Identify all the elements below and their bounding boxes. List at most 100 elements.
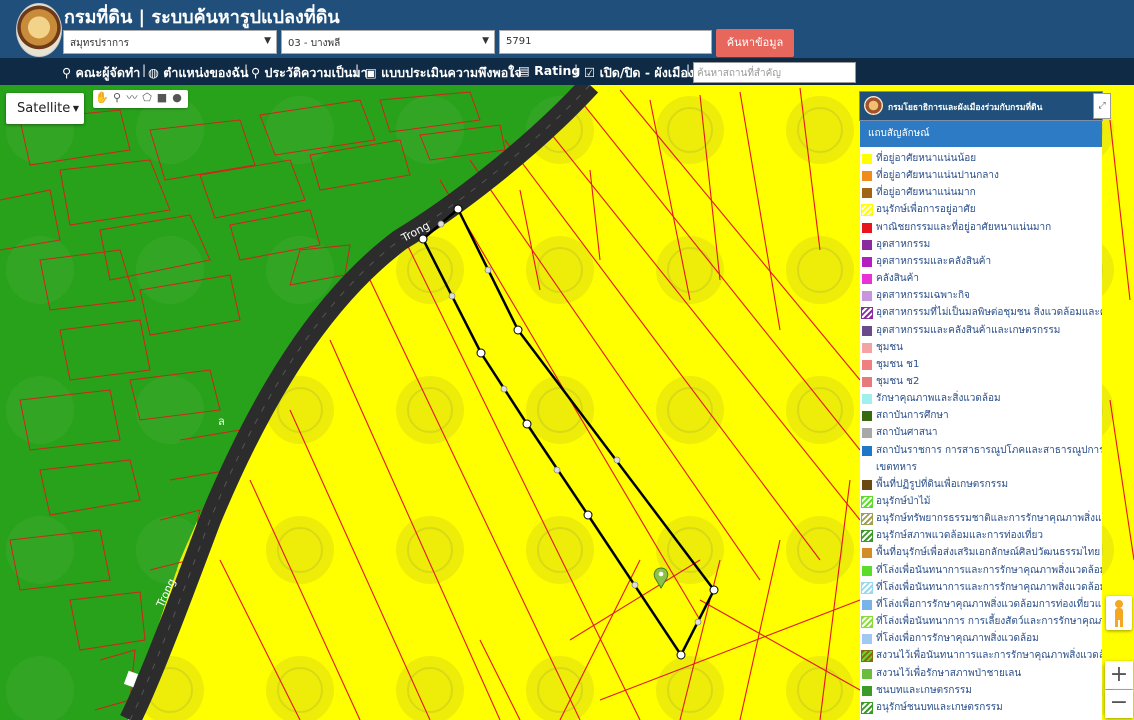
legend-label: สถาบันการศึกษา: [876, 410, 949, 422]
legend-label: อนุรักษ์สภาพแวดล้อมและการท่องเที่ยว: [876, 530, 1043, 542]
rectangle-icon[interactable]: ■: [155, 91, 169, 105]
province-select-value: สมุทรปราการ: [70, 38, 130, 49]
checkbox-icon: ☑: [584, 65, 596, 80]
polyline-icon[interactable]: 〰: [125, 91, 139, 105]
chevron-down-icon: ▼: [264, 36, 271, 46]
circle-icon[interactable]: ●: [170, 91, 184, 105]
legend-swatch: [862, 376, 872, 387]
toolbar-divider: |: [509, 63, 514, 77]
legend-label: ชุมชน: [876, 341, 904, 353]
chart-icon: ▤: [518, 63, 530, 78]
legend-swatch: [862, 154, 872, 164]
legend-label: ที่อยู่อาศัยหนาแน่นมาก: [876, 187, 976, 199]
legend-label: พื้นที่อนุรักษ์เพื่อส่งเสริมเอกลักษณ์ศิล…: [876, 547, 1101, 559]
legend-swatch: [861, 650, 873, 663]
legend-label: อุตสาหกรรมและคลังสินค้าและเกษตรกรรม: [876, 324, 1061, 336]
toolbar-item-history[interactable]: ⚲ ประวัติความเป็นมา: [251, 63, 368, 83]
toolbar-item-survey[interactable]: ▣ แบบประเมินความพึงพอใจ: [365, 63, 522, 83]
drawing-toolbar: ✋ ⚲ 〰 ⬠ ■ ●: [93, 90, 188, 108]
zoom-in-button[interactable]: +: [1105, 661, 1133, 689]
dpt-seal-icon: [864, 96, 883, 115]
legend-list: ที่อยู่อาศัยหนาแน่นน้อยที่อยู่อาศัยหนาแน…: [860, 147, 1102, 720]
search-button[interactable]: ค้นหาข้อมูล: [716, 29, 794, 57]
page-title: กรมที่ดิน | ระบบค้นหารูปแปลงที่ดิน: [64, 7, 340, 28]
legend-label: สงวนไว้เพื่อนันทนาการและการรักษาคุณภาพสิ…: [876, 650, 1102, 662]
legend-swatch: [862, 634, 872, 645]
legend-swatch: [861, 530, 873, 543]
legend-swatch: [862, 394, 872, 405]
toolbar-divider: |: [142, 63, 147, 77]
toolbar-divider: |: [355, 63, 360, 77]
legend-swatch: [862, 411, 872, 422]
province-select[interactable]: สมุทรปราการ ▼: [63, 30, 277, 54]
marker-icon[interactable]: ⚲: [110, 91, 124, 105]
legend-swatch: [862, 342, 872, 353]
toolbar-item-rating[interactable]: ▤ Rating: [518, 63, 580, 78]
chevron-down-icon: ▼: [482, 36, 489, 46]
legend-swatch: [861, 616, 873, 629]
legend-swatch: [862, 548, 872, 559]
polygon-icon[interactable]: ⬠: [140, 91, 154, 105]
legend-label: ชนบทและเกษตรกรรม: [876, 684, 972, 696]
legend-subtitle: แถบสัญลักษณ์: [860, 121, 1102, 147]
legend-label: ที่โล่งเพื่อนันทนาการ การเลี้ยงสัตว์และก…: [876, 616, 1102, 628]
toolbar: ⚲ คณะผู้จัดทำ | ◍ ตำแหน่งของฉัน | ⚲ ประว…: [0, 58, 1134, 85]
legend-label: ที่โล่งเพื่อการรักษาคุณภาพสิ่งแวดล้อมการ…: [876, 598, 1102, 610]
toolbar-divider: |: [574, 63, 579, 77]
globe-icon: ◍: [148, 65, 159, 80]
legend-label: ที่อยู่อาศัยหนาแน่นน้อย: [876, 153, 977, 164]
legend-swatch: [862, 274, 872, 285]
legend-swatch: [862, 256, 872, 267]
legend-label: อุตสาหกรรมที่ไม่เป็นมลพิษต่อชุมชน สิ่งแว…: [876, 307, 1102, 319]
legend-swatch: [862, 291, 872, 302]
zoom-out-button[interactable]: −: [1105, 690, 1133, 718]
legend-label: ที่อยู่อาศัยหนาแน่นปานกลาง: [876, 170, 999, 182]
road-label: ล: [218, 415, 225, 428]
legend-label: คลังสินค้า: [876, 273, 919, 285]
fullscreen-button[interactable]: ⤢: [1093, 93, 1111, 119]
toolbar-item-credits[interactable]: ⚲ คณะผู้จัดทำ: [62, 63, 140, 83]
caret-down-icon: ▼: [72, 104, 79, 113]
legend-label: อนุรักษ์ชนบทและเกษตรกรรม: [876, 701, 1003, 713]
map-type-select[interactable]: Satellite ▼: [6, 93, 84, 124]
place-search-input[interactable]: ค้นหาสถานที่สำคัญ: [693, 62, 856, 83]
legend-swatch: [862, 565, 872, 576]
legend-header: กรมโยธาธิการและผังเมืองร่วมกับกรมที่ดิน: [859, 91, 1103, 121]
legend-label: สถาบันราชการ การสาธารณูปโภคและสาธารณูปกา…: [876, 444, 1102, 456]
legend-label: พื้นที่ปฏิรูปที่ดินเพื่อเกษตรกรรม: [876, 478, 1009, 490]
legend-swatch: [862, 359, 872, 370]
legend-label: ที่โล่งเพื่อการรักษาคุณภาพสิ่งแวดล้อม: [876, 633, 1039, 645]
legend-label: ที่โล่งเพื่อนันทนาการและการรักษาคุณภาพสิ…: [876, 564, 1102, 576]
department-logo: [16, 3, 62, 57]
legend-label: สถาบันศาสนา: [876, 427, 938, 439]
legend-swatch: [861, 513, 873, 526]
street-view-pegman-icon[interactable]: [1106, 596, 1132, 630]
person-icon: ⚲: [62, 65, 72, 80]
legend-swatch: [862, 463, 872, 473]
district-select[interactable]: 03 - บางพลี ▼: [281, 30, 495, 54]
hand-icon[interactable]: ✋: [95, 91, 109, 105]
legend-swatch: [862, 685, 872, 696]
legend-swatch: [862, 428, 872, 439]
toolbar-item-toggle-zoning[interactable]: ☑ เปิด/ปิด - ผังเมือง: [584, 63, 694, 83]
legend-label: ที่โล่งเพื่อนันทนาการและการรักษาคุณภาพสิ…: [876, 581, 1102, 593]
parcel-number-input[interactable]: 5791: [499, 30, 712, 54]
legend-swatch: [862, 188, 872, 199]
legend-label: พาณิชยกรรมและที่อยู่อาศัยหนาแน่นมาก: [876, 221, 1052, 233]
toolbar-item-my-location[interactable]: ◍ ตำแหน่งของฉัน: [148, 63, 249, 83]
legend-label: อุตสาหกรรม: [876, 238, 931, 250]
legend-label: อุตสาหกรรมและคลังสินค้า: [876, 255, 992, 267]
legend-header-title: กรมโยธาธิการและผังเมืองร่วมกับกรมที่ดิน: [888, 103, 1043, 113]
parcel-number-value: 5791: [506, 36, 532, 47]
toolbar-divider: |: [686, 63, 691, 77]
legend-swatch: [861, 307, 873, 320]
clipboard-icon: ▣: [365, 65, 377, 80]
legend-swatch: [862, 668, 872, 679]
legend-label: อนุรักษ์ป่าไม้: [876, 496, 931, 507]
legend-label: อนุรักษ์ทรัพยากรธรรมชาติและการรักษาคุณภา…: [876, 513, 1102, 525]
legend-swatch: [862, 171, 872, 182]
legend-swatch: [862, 222, 872, 233]
legend-swatch: [861, 701, 873, 714]
legend-swatch: [862, 239, 872, 250]
legend-swatch: [862, 479, 872, 490]
